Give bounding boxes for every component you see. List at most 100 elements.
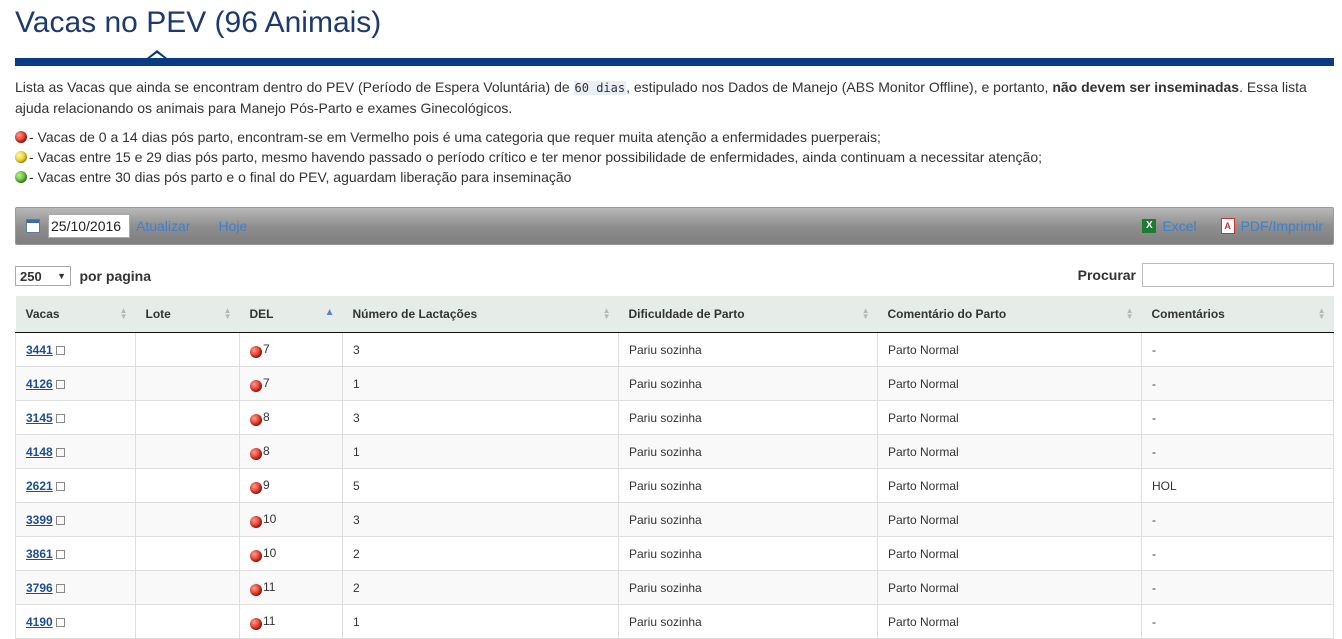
cell-vaca: 3145 xyxy=(15,400,136,435)
legend-red: - Vacas de 0 a 14 dias pós parto, encont… xyxy=(15,127,1334,147)
cell-del: 7 xyxy=(239,366,343,401)
pdf-link[interactable]: PDF/Imprimir xyxy=(1241,218,1323,234)
cell-vaca: 2621 xyxy=(15,468,136,503)
cell-dificuldade: Pariu sozinha xyxy=(618,434,878,469)
red-status-dot-icon xyxy=(250,447,262,460)
red-status-dot-icon xyxy=(250,481,262,494)
cow-link[interactable]: 2621 xyxy=(26,479,53,493)
excel-icon[interactable]: X xyxy=(1142,219,1157,233)
cell-dificuldade: Pariu sozinha xyxy=(618,400,878,435)
header-comentario-parto[interactable]: Comentário do Parto ▲ ▼ xyxy=(877,296,1142,333)
external-link-icon[interactable] xyxy=(55,413,65,423)
per-page-label: por pagina xyxy=(79,267,152,284)
cell-del: 8 xyxy=(239,400,343,435)
external-link-icon[interactable] xyxy=(55,345,65,355)
sort-icon: ▲ ▼ xyxy=(861,306,870,321)
sort-icon: ▲ ▼ xyxy=(1317,306,1326,321)
excel-link[interactable]: Excel xyxy=(1162,218,1196,234)
cow-link[interactable]: 3399 xyxy=(26,513,53,527)
pdf-icon[interactable]: A xyxy=(1220,218,1235,234)
cow-link[interactable]: 3861 xyxy=(26,547,53,561)
cell-del: 7 xyxy=(239,332,343,367)
red-status-dot-icon xyxy=(250,515,262,528)
external-link-icon[interactable] xyxy=(55,379,65,389)
red-status-dot-icon xyxy=(250,617,262,630)
cell-comentario-parto: Parto Normal xyxy=(877,604,1142,639)
table-header-row: Vacas ▲ ▼ Lote ▲ ▼ DEL ▲ Número de Lactações ▲… xyxy=(15,296,1334,333)
header-lactacoes[interactable]: Número de Lactações ▲ ▼ xyxy=(342,296,619,333)
cell-comentarios: HOL xyxy=(1141,468,1334,503)
cell-comentarios: - xyxy=(1141,366,1334,401)
export-links: X Excel A PDF/Imprimir xyxy=(1142,218,1323,234)
cell-del: 10 xyxy=(239,536,343,571)
table-row: 4190 11 1 Pariu sozinha Parto Normal - xyxy=(15,604,1334,639)
cow-link[interactable]: 4126 xyxy=(26,377,53,391)
cell-lote xyxy=(135,570,240,605)
cell-lactacoes: 1 xyxy=(342,366,619,401)
cell-lote xyxy=(135,604,240,639)
cell-lote xyxy=(135,502,240,537)
calendar-icon[interactable] xyxy=(26,219,40,233)
cow-link[interactable]: 3796 xyxy=(26,581,53,595)
sort-asc-icon: ▲ xyxy=(324,307,335,318)
header-comentarios[interactable]: Comentários ▲ ▼ xyxy=(1141,296,1334,333)
cell-comentarios: - xyxy=(1141,604,1334,639)
sort-icon: ▲ ▼ xyxy=(119,306,128,321)
legend: - Vacas de 0 a 14 dias pós parto, encont… xyxy=(15,127,1334,187)
description: Lista as Vacas que ainda se encontram de… xyxy=(15,79,1307,116)
sort-icon: ▲ ▼ xyxy=(1125,306,1134,321)
cow-link[interactable]: 3441 xyxy=(26,343,53,357)
cell-dificuldade: Pariu sozinha xyxy=(618,502,878,537)
cell-del: 11 xyxy=(239,570,343,605)
cell-comentario-parto: Parto Normal xyxy=(877,536,1142,571)
external-link-icon[interactable] xyxy=(55,617,65,627)
cell-lactacoes: 5 xyxy=(342,468,619,503)
cell-vaca: 4126 xyxy=(15,366,136,401)
cows-table: Vacas ▲ ▼ Lote ▲ ▼ DEL ▲ Número de Lactações ▲… xyxy=(15,296,1334,639)
external-link-icon[interactable] xyxy=(55,515,65,525)
date-input[interactable] xyxy=(48,214,130,238)
table-row: 2621 9 5 Pariu sozinha Parto Normal HOL xyxy=(15,468,1334,503)
external-link-icon[interactable] xyxy=(55,481,65,491)
external-link-icon[interactable] xyxy=(55,583,65,593)
cell-vaca: 3441 xyxy=(15,332,136,367)
table-row: 3861 10 2 Pariu sozinha Parto Normal - xyxy=(15,536,1334,571)
sort-icon: ▲ ▼ xyxy=(223,306,232,321)
table-controls: 250 ▼ por pagina Procurar xyxy=(15,263,1334,292)
red-dot-icon xyxy=(15,131,27,143)
chevron-down-icon: ▼ xyxy=(57,271,66,281)
cell-lactacoes: 3 xyxy=(342,400,619,435)
cell-lactacoes: 1 xyxy=(342,604,619,639)
header-lote[interactable]: Lote ▲ ▼ xyxy=(135,296,240,333)
red-status-dot-icon xyxy=(250,379,262,392)
table-row: 4148 8 1 Pariu sozinha Parto Normal - xyxy=(15,434,1334,469)
cow-link[interactable]: 4190 xyxy=(26,615,53,629)
legend-green: - Vacas entre 30 dias pós parto e o fina… xyxy=(15,167,1334,187)
warning-bold: não devem ser inseminadas xyxy=(1052,79,1240,95)
cell-lote xyxy=(135,400,240,435)
external-link-icon[interactable] xyxy=(55,549,65,559)
red-status-dot-icon xyxy=(250,413,262,426)
red-status-dot-icon xyxy=(250,583,262,596)
header-del[interactable]: DEL ▲ xyxy=(239,296,343,333)
search-input[interactable] xyxy=(1142,263,1334,287)
pev-days: 60 dias xyxy=(573,81,627,95)
cow-link[interactable]: 3145 xyxy=(26,411,53,425)
cow-link[interactable]: 4148 xyxy=(26,445,53,459)
header-vacas[interactable]: Vacas ▲ ▼ xyxy=(15,296,136,333)
atualizar-link[interactable]: Atualizar xyxy=(136,218,190,234)
cell-vaca: 3861 xyxy=(15,536,136,571)
header-dificuldade[interactable]: Dificuldade de Parto ▲ ▼ xyxy=(618,296,878,333)
cell-dificuldade: Pariu sozinha xyxy=(618,332,878,367)
cell-dificuldade: Pariu sozinha xyxy=(618,366,878,401)
search: Procurar xyxy=(1078,263,1334,287)
cell-comentario-parto: Parto Normal xyxy=(877,570,1142,605)
per-page-select[interactable]: 250 ▼ xyxy=(15,266,71,286)
green-dot-icon xyxy=(15,171,27,183)
cell-comentarios: - xyxy=(1141,502,1334,537)
yellow-dot-icon xyxy=(15,151,27,163)
cell-vaca: 4148 xyxy=(15,434,136,469)
cell-del: 9 xyxy=(239,468,343,503)
hoje-link[interactable]: Hoje xyxy=(218,218,247,234)
external-link-icon[interactable] xyxy=(55,447,65,457)
